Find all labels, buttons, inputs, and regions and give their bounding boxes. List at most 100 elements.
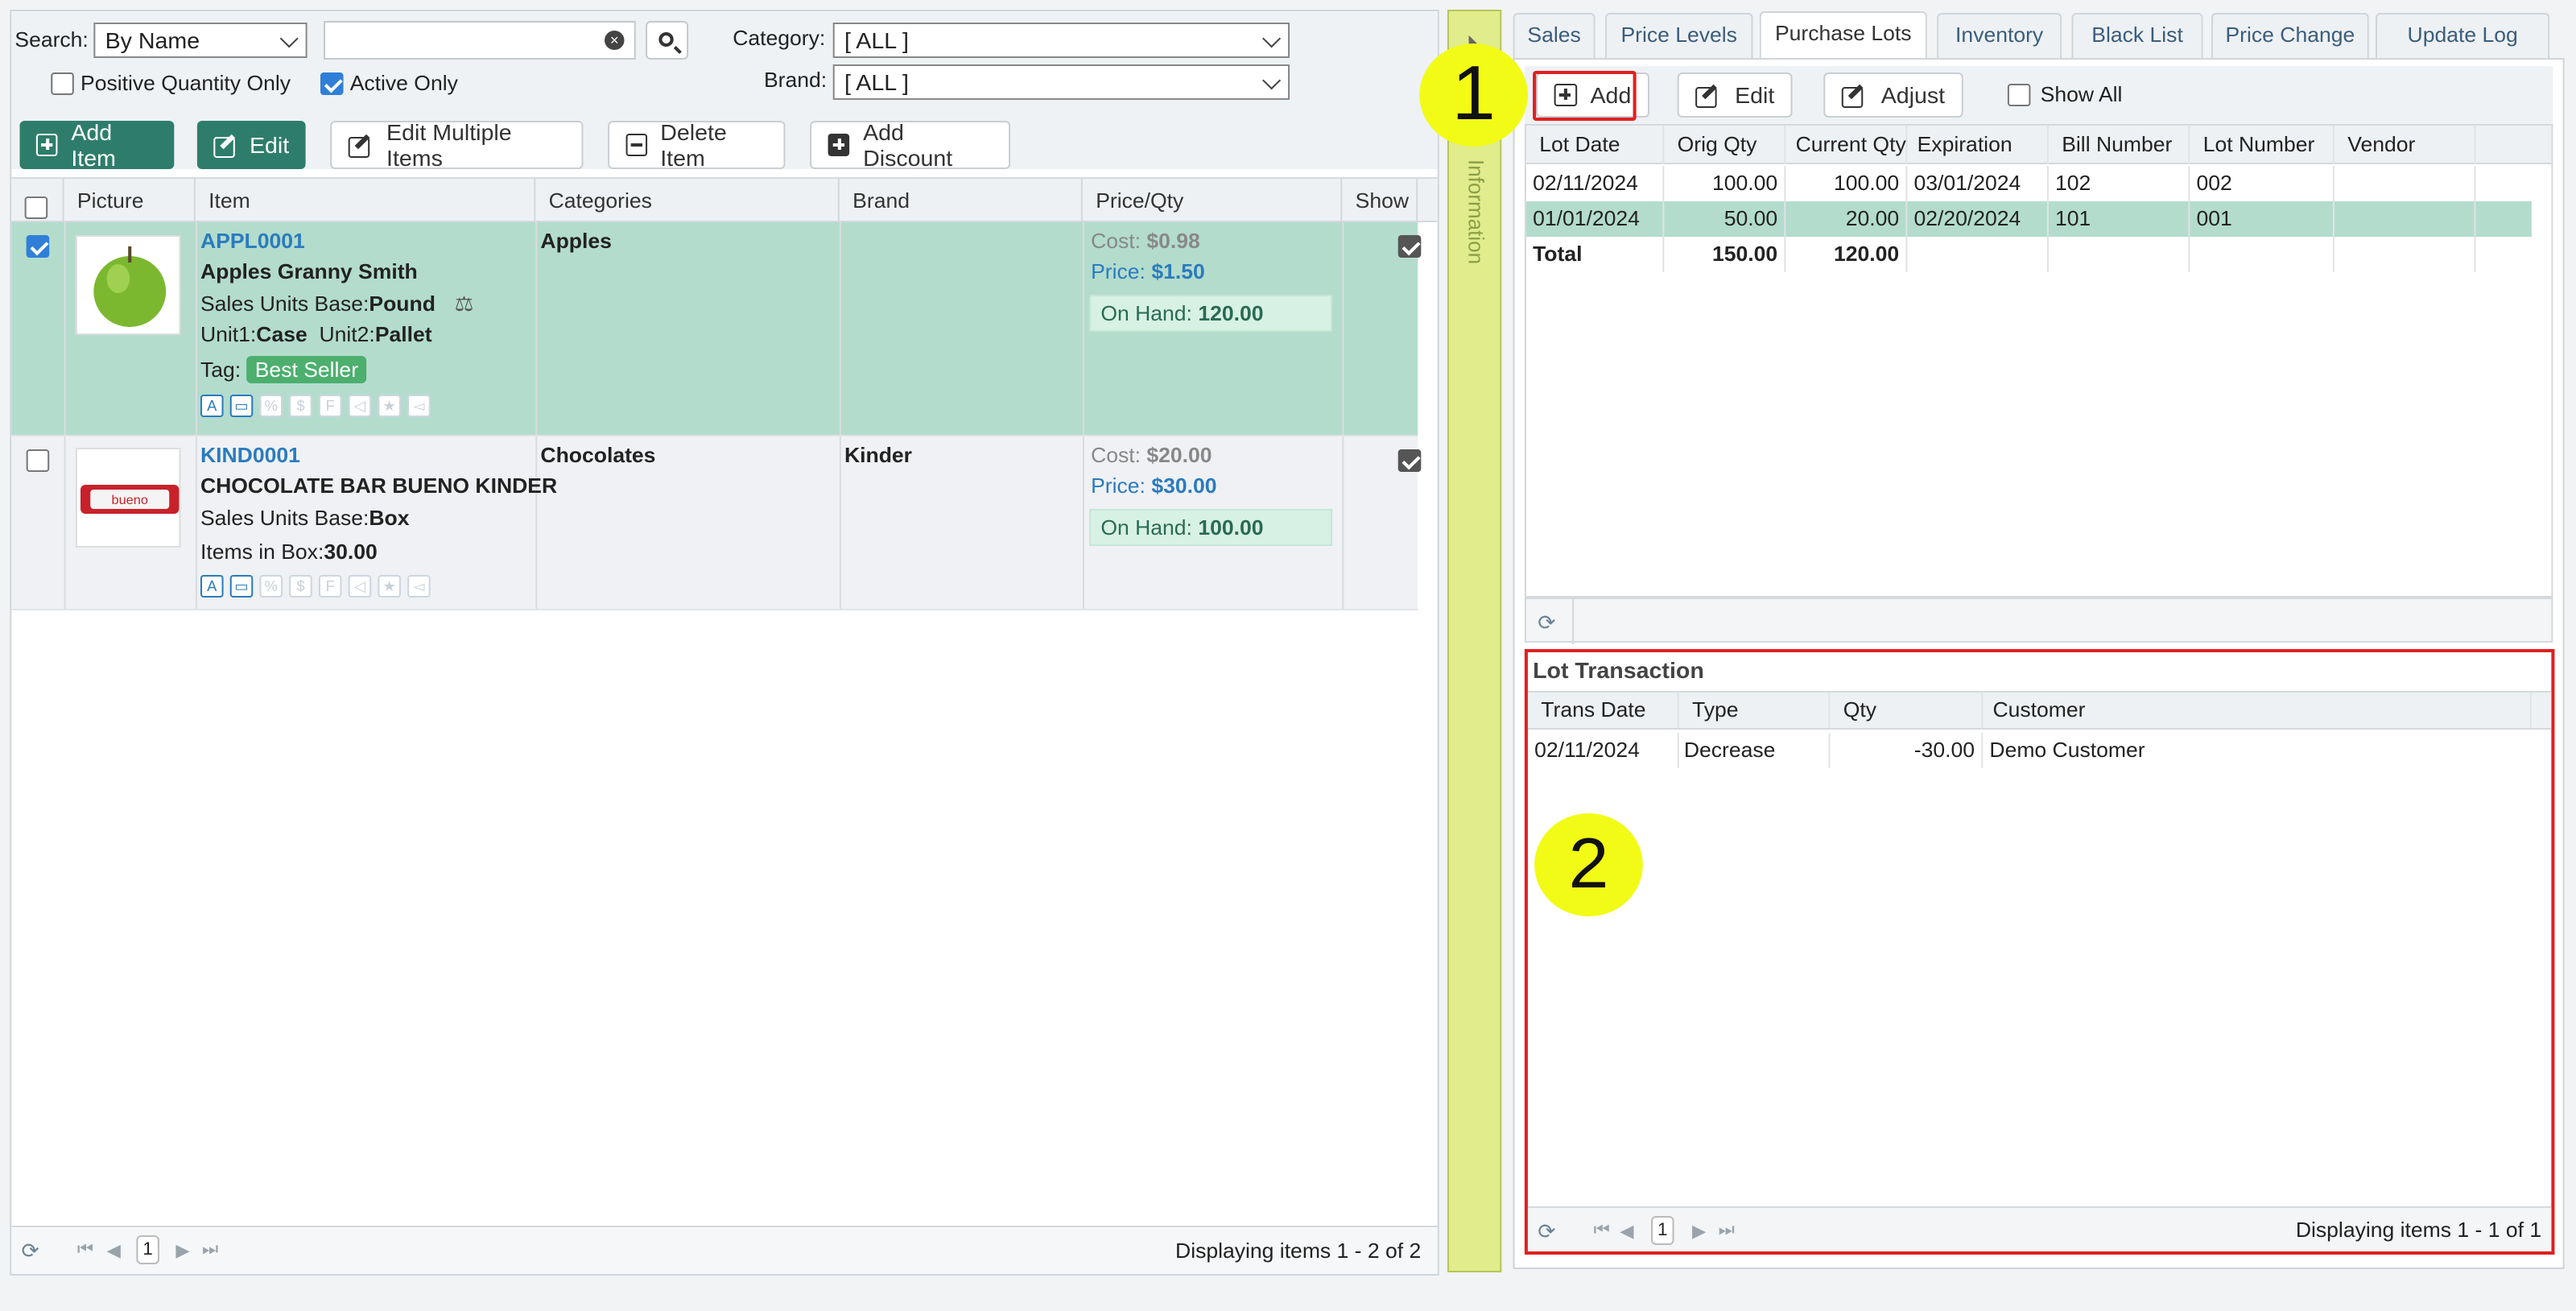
add-item-button[interactable]: Add Item (19, 119, 175, 171)
clear-icon[interactable]: × (605, 31, 625, 50)
col-price-qty[interactable]: Price/Qty (1083, 179, 1343, 224)
positive-qty-checkbox[interactable]: Positive Quantity Only (51, 71, 291, 95)
col-lot-number[interactable]: Lot Number (2190, 126, 2334, 164)
mute-icon[interactable]: ◅ (407, 395, 431, 417)
lot-transaction-row[interactable]: 02/11/2024 Decrease -30.00 Demo Customer (1528, 733, 2530, 768)
page-number[interactable]: 1 (136, 1235, 159, 1264)
lot-transaction-pager: ⟳ ⏮ ◀ 1 ▶ ⏭ Displaying items 1 - 1 of 1 (1527, 1206, 2552, 1251)
tab-inventory[interactable]: Inventory (1937, 13, 2062, 58)
delete-item-label: Delete Item (660, 119, 727, 171)
add-highlight-box (1533, 71, 1637, 121)
col-categories[interactable]: Categories (535, 179, 840, 224)
row-checkbox[interactable] (26, 234, 50, 258)
next-page-icon[interactable]: ▶ (175, 1240, 189, 1261)
tab-black-list[interactable]: Black List (2071, 13, 2203, 58)
show-checkbox[interactable] (1397, 449, 1421, 472)
edit-lot-button[interactable]: Edit (1677, 72, 1793, 118)
show-all-checkbox[interactable]: Show All (2007, 82, 2122, 106)
checkbox-checked-icon[interactable] (320, 72, 344, 94)
star-icon[interactable]: ★ (378, 395, 401, 417)
first-page-icon[interactable]: ⏮ (77, 1240, 93, 1261)
percent-icon[interactable]: % (259, 575, 283, 598)
search-input[interactable]: × (324, 21, 636, 60)
edit-button[interactable]: Edit (196, 121, 306, 169)
col-customer[interactable]: Customer (1983, 693, 2532, 728)
col-item[interactable]: Item (196, 179, 536, 224)
adjust-lot-label: Adjust (1880, 82, 1946, 108)
checkbox-icon[interactable] (2007, 83, 2031, 105)
lot-row-selected[interactable]: 01/01/2024 50.00 20.00 02/20/2024 101 00… (1525, 201, 2532, 237)
page-number[interactable]: 1 (1651, 1216, 1674, 1245)
active-only-checkbox[interactable]: Active Only (320, 71, 458, 95)
tab-sales[interactable]: Sales (1513, 13, 1596, 58)
onhand-box: On Hand: 100.00 (1089, 509, 1333, 546)
tab-price-change[interactable]: Price Change (2211, 13, 2369, 58)
tab-price-levels[interactable]: Price Levels (1604, 13, 1753, 58)
dollar-icon[interactable]: $ (289, 575, 312, 598)
col-lot-date[interactable]: Lot Date (1526, 126, 1665, 164)
show-checkbox[interactable] (1397, 234, 1421, 258)
a-icon[interactable]: A (200, 575, 224, 598)
header-select-all[interactable] (11, 179, 64, 224)
mute-icon[interactable]: ◅ (407, 575, 431, 598)
refresh-icon[interactable]: ⟳ (1538, 1219, 1561, 1243)
item-code[interactable]: APPL0001 (200, 229, 305, 253)
tab-update-log[interactable]: Update Log (2375, 13, 2550, 58)
f-icon[interactable]: F (318, 575, 342, 598)
edit-icon (348, 134, 374, 158)
edit-icon (1695, 84, 1722, 108)
onhand-label: On Hand: (1100, 301, 1192, 325)
adjust-lot-button[interactable]: Adjust (1823, 72, 1963, 118)
refresh-icon[interactable]: ⟳ (1538, 610, 1561, 635)
col-trans-date[interactable]: Trans Date (1528, 693, 1679, 728)
card-icon[interactable]: ▭ (229, 395, 254, 417)
search-label: Search: (14, 27, 89, 52)
prev-page-icon[interactable]: ◀ (107, 1240, 121, 1261)
table-row[interactable]: APPL0001 Apples Granny Smith Sales Units… (11, 222, 1421, 436)
col-type[interactable]: Type (1679, 693, 1831, 728)
table-row[interactable]: bueno KIND0001 CHOCOLATE BAR BUENO KINDE… (11, 436, 1421, 610)
a-icon[interactable]: A (200, 395, 224, 417)
item-code[interactable]: KIND0001 (200, 443, 300, 467)
refresh-icon[interactable]: ⟳ (22, 1239, 45, 1263)
col-current-qty[interactable]: Current Qty (1785, 126, 1908, 164)
checkbox-icon[interactable] (51, 72, 74, 94)
next-page-icon[interactable]: ▶ (1692, 1221, 1706, 1242)
checkbox-icon[interactable] (24, 196, 48, 219)
dollar-icon[interactable]: $ (289, 395, 312, 417)
delete-item-button[interactable]: Delete Item (608, 119, 786, 171)
search-button[interactable] (646, 21, 689, 60)
trans-customer: Demo Customer (1989, 738, 2145, 762)
search-mode-select[interactable]: By Name (93, 23, 308, 58)
add-discount-button[interactable]: Add Discount (810, 119, 1011, 171)
col-orig-qty[interactable]: Orig Qty (1664, 126, 1786, 164)
col-vendor[interactable]: Vendor (2334, 126, 2476, 164)
base-label: Sales Units Base: (200, 292, 369, 316)
last-page-icon[interactable]: ⏭ (202, 1240, 218, 1261)
percent-icon[interactable]: % (259, 395, 283, 417)
col-qty[interactable]: Qty (1830, 693, 1984, 728)
row-checkbox[interactable] (26, 449, 50, 472)
brand-select[interactable]: [ ALL ] (832, 64, 1290, 100)
star-icon[interactable]: ★ (378, 575, 401, 598)
col-brand[interactable]: Brand (840, 179, 1083, 224)
lot-row[interactable]: 02/11/2024 100.00 100.00 03/01/2024 102 … (1526, 166, 2532, 201)
f-icon[interactable]: F (318, 395, 342, 417)
first-page-icon[interactable]: ⏮ (1594, 1221, 1610, 1242)
category-select[interactable]: [ ALL ] (832, 23, 1290, 58)
col-bill-number[interactable]: Bill Number (2049, 126, 2190, 164)
col-expiration[interactable]: Expiration (1907, 126, 2049, 164)
price-line: Price: $30.00 (1091, 474, 1216, 498)
lot-date: 02/11/2024 (1526, 166, 1665, 201)
tab-purchase-lots[interactable]: Purchase Lots (1759, 11, 1927, 60)
col-show[interactable]: Show (1342, 179, 1418, 224)
category-label: Category: (733, 26, 826, 50)
information-splitter[interactable]: ◣ Information (1447, 10, 1502, 1272)
last-page-icon[interactable]: ⏭ (1719, 1221, 1735, 1242)
col-picture[interactable]: Picture (64, 179, 196, 224)
edit-multiple-button[interactable]: Edit Multiple Items (330, 119, 584, 171)
prev-page-icon[interactable]: ◀ (1620, 1221, 1633, 1242)
sound-icon[interactable]: ◁ (348, 575, 372, 598)
sound-icon[interactable]: ◁ (348, 395, 372, 417)
card-icon[interactable]: ▭ (229, 575, 254, 598)
